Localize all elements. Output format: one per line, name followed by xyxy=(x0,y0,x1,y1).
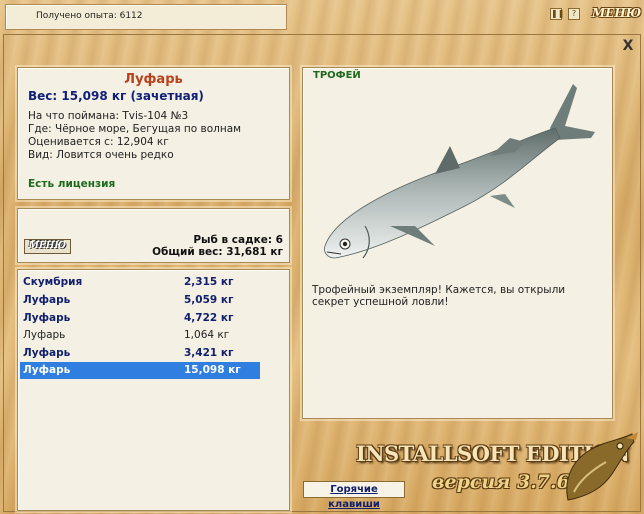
trophy-description: Трофейный экземпляр! Кажется, вы открыли… xyxy=(312,284,566,308)
fish-weight: Вес: 15,098 кг (зачетная) xyxy=(28,89,204,103)
hotkeys-button[interactable]: Горячие клавиши xyxy=(303,481,405,510)
close-icon[interactable]: X xyxy=(621,39,635,53)
valued-from: Оценивается с: 12,904 кг xyxy=(28,136,169,148)
menu-button[interactable]: МЕНЮ xyxy=(592,6,641,20)
list-item-weight: 3,421 кг xyxy=(184,347,234,359)
cage-summary-panel: МЕНЮ Рыб в садке: 6 Общий вес: 31,681 кг xyxy=(17,208,290,263)
list-item[interactable]: Луфарь 5,059 кг xyxy=(20,292,260,309)
list-item-name: Луфарь xyxy=(23,312,71,324)
list-item[interactable]: Скумбрия 2,315 кг xyxy=(20,274,260,291)
cage-menu-button[interactable]: МЕНЮ xyxy=(24,239,71,254)
list-item[interactable]: Луфарь 1,064 кг xyxy=(20,327,260,344)
total-weight: Общий вес: 31,681 кг xyxy=(152,246,283,258)
fish-image xyxy=(324,84,595,259)
fish-kind: Вид: Ловится очень редко xyxy=(28,149,174,161)
list-item[interactable]: Луфарь 3,421 кг xyxy=(20,345,260,362)
list-item-selected[interactable]: Луфарь 15,098 кг xyxy=(20,362,260,379)
catch-location: Где: Чёрное море, Бегущая по волнам xyxy=(28,123,242,135)
list-item[interactable]: Луфарь 4,722 кг xyxy=(20,310,260,327)
catch-list: Скумбрия 2,315 кг Луфарь 5,059 кг Луфарь… xyxy=(17,269,290,511)
trophy-panel: ТРОФЕЙ Трофейный экземпляр! Кажется, вы … xyxy=(302,67,613,419)
list-item-weight: 15,098 кг xyxy=(184,364,241,376)
version-label: версия 3.7.6 xyxy=(432,471,570,493)
fish-info-panel: Луфарь Вес: 15,098 кг (зачетная) На что … xyxy=(17,67,290,200)
fish-name: Луфарь xyxy=(124,72,183,87)
list-item-name: Луфарь xyxy=(23,364,71,376)
list-item-weight: 5,059 кг xyxy=(184,294,234,306)
list-item-weight: 4,722 кг xyxy=(184,312,234,324)
help-icon[interactable]: ? xyxy=(568,8,580,20)
caught-with: На что поймана: Tvis-104 №3 xyxy=(28,110,189,122)
fish-count: Рыб в садке: 6 xyxy=(193,234,283,246)
experience-text: Получено опыта: 6112 xyxy=(36,11,143,21)
top-bar: Получено опыта: 6112 ❚❚ ? МЕНЮ xyxy=(0,0,644,34)
list-item-name: Скумбрия xyxy=(23,276,83,288)
pause-icon[interactable]: ❚❚ xyxy=(550,8,564,20)
pike-logo-icon xyxy=(566,432,638,501)
list-item-weight: 1,064 кг xyxy=(184,329,230,341)
list-item-name: Луфарь xyxy=(23,329,66,341)
list-item-weight: 2,315 кг xyxy=(184,276,234,288)
experience-panel: Получено опыта: 6112 xyxy=(5,4,287,30)
list-item-name: Луфарь xyxy=(23,294,71,306)
list-item-name: Луфарь xyxy=(23,347,71,359)
license-status: Есть лицензия xyxy=(28,178,116,190)
